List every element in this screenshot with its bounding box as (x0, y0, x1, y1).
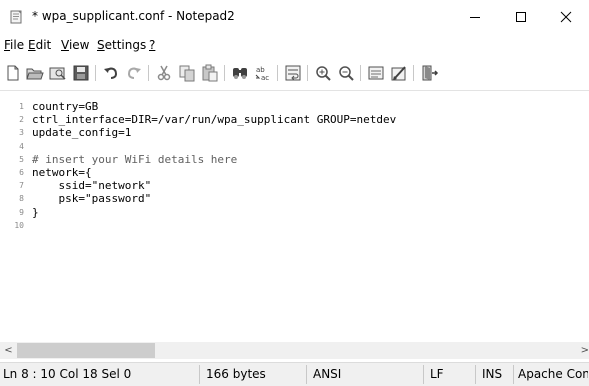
menu-settings-accelerator: S (97, 38, 105, 52)
minimize-icon (470, 17, 480, 18)
toolbar-separator (95, 65, 96, 81)
cut-icon[interactable] (154, 63, 174, 83)
editor-line[interactable]: 8 psk="password" (0, 192, 589, 205)
menu-view-accelerator: V (61, 38, 69, 52)
line-number: 7 (19, 181, 24, 191)
status-divider (199, 365, 200, 384)
customize-scheme-icon[interactable] (389, 63, 409, 83)
notepad-icon[interactable] (9, 10, 23, 24)
line-text: network={ (32, 166, 92, 179)
editor-line[interactable]: 6 network={ (0, 166, 589, 179)
view-scheme-icon[interactable] (366, 63, 386, 83)
title-bar[interactable]: * wpa_supplicant.conf - Notepad2 (0, 0, 589, 34)
status-divider (513, 365, 514, 384)
close-icon (560, 11, 572, 23)
paste-icon[interactable] (200, 63, 220, 83)
redo-icon[interactable] (124, 63, 144, 83)
menu-settings[interactable]: Settings (97, 38, 146, 52)
line-number: 9 (19, 207, 24, 217)
status-bar: Ln 8 : 10 Col 18 Sel 0 166 bytes ANSI LF… (0, 362, 589, 386)
window-title: * wpa_supplicant.conf - Notepad2 (32, 9, 235, 23)
line-number: 4 (19, 141, 24, 151)
close-button[interactable] (543, 0, 589, 34)
line-text: ctrl_interface=DIR=/var/run/wpa_supplica… (32, 113, 397, 127)
status-size: 166 bytes (206, 367, 266, 381)
line-text: ssid="network" (32, 179, 152, 193)
line-number: 8 (19, 194, 24, 204)
toolbar-separator (277, 65, 278, 81)
menu-help-accelerator: ? (149, 38, 156, 52)
scrollbar-thumb[interactable] (17, 343, 155, 358)
menu-view-label: iew (68, 38, 90, 52)
zoom-out-icon[interactable] (336, 63, 356, 83)
editor-line[interactable]: 2 ctrl_interface=DIR=/var/run/wpa_supplic… (0, 113, 589, 126)
line-number: 6 (19, 168, 24, 177)
menu-help[interactable]: ? (149, 38, 155, 52)
browse-icon[interactable] (48, 63, 68, 83)
status-encoding[interactable]: ANSI (313, 363, 418, 386)
editor-line[interactable]: 7 ssid="network" (0, 179, 589, 192)
svg-text:ab: ab (256, 66, 265, 74)
line-number: 3 (19, 128, 24, 138)
status-eol[interactable]: LF (430, 363, 470, 386)
line-text: } (32, 205, 39, 219)
toolbar-separator (307, 65, 308, 81)
menu-edit-accelerator: E (28, 38, 36, 52)
text-editor[interactable]: 1 country=GB 2 ctrl_interface=DIR=/var/run/… (0, 90, 589, 343)
line-number: 2 (19, 115, 24, 125)
line-text: update_config=1 (32, 126, 132, 140)
word-wrap-icon[interactable] (283, 63, 303, 83)
horizontal-scrollbar[interactable]: < > (0, 342, 589, 359)
status-divider (423, 365, 424, 384)
editor-line[interactable]: 1 country=GB (0, 100, 589, 113)
save-icon[interactable] (71, 63, 91, 83)
editor-line[interactable]: 4 (0, 140, 589, 153)
scroll-left-icon[interactable]: < (0, 342, 17, 359)
status-divider (475, 365, 476, 384)
menu-file[interactable]: File (4, 38, 24, 52)
open-folder-icon[interactable] (25, 63, 45, 83)
line-number: 10 (14, 220, 24, 230)
scroll-right-icon[interactable]: > (579, 342, 589, 359)
undo-icon[interactable] (101, 63, 121, 83)
editor-line[interactable]: 10 (0, 219, 589, 232)
status-position[interactable]: Ln 8 : 10 Col 18 Sel 0 (3, 363, 193, 386)
editor-line[interactable]: 9} (0, 206, 589, 219)
new-file-icon[interactable] (3, 63, 23, 83)
toolbar-separator (224, 65, 225, 81)
svg-text:ac: ac (261, 74, 269, 82)
status-insert-mode[interactable]: INS (482, 363, 510, 386)
menu-view[interactable]: View (61, 38, 89, 52)
editor-line[interactable]: 5 # insert your WiFi details here (0, 153, 589, 166)
menu-bar: File Edit View Settings ? (0, 36, 589, 56)
minimize-button[interactable] (452, 0, 498, 34)
copy-icon[interactable] (177, 63, 197, 83)
find-icon[interactable] (230, 63, 250, 83)
maximize-button[interactable] (498, 0, 544, 34)
status-scheme[interactable]: Apache Config Files (518, 363, 588, 386)
line-text: # insert your WiFi details here (32, 152, 238, 166)
zoom-in-icon[interactable] (313, 63, 333, 83)
maximize-icon (516, 12, 526, 22)
toolbar-separator (413, 65, 414, 81)
notepad2-window: * wpa_supplicant.conf - Notepad2 File Ed… (0, 0, 589, 386)
line-number: 5 (19, 154, 24, 164)
toolbar-separator (360, 65, 361, 81)
exit-icon[interactable] (419, 63, 439, 83)
menu-file-label: ile (10, 38, 25, 52)
line-number: 1 (19, 102, 24, 111)
menu-edit-label: dit (35, 38, 52, 52)
toolbar-separator (148, 65, 149, 81)
editor-line[interactable]: 3 update_config=1 (0, 126, 589, 139)
replace-icon[interactable]: ab ac (253, 63, 273, 83)
line-text: country=GB (32, 100, 99, 113)
toolbar: ab ac (0, 59, 589, 87)
menu-settings-label: ettings (104, 38, 147, 52)
line-text: psk="password" (32, 192, 152, 206)
status-divider (306, 365, 307, 384)
menu-edit[interactable]: Edit (28, 38, 51, 52)
